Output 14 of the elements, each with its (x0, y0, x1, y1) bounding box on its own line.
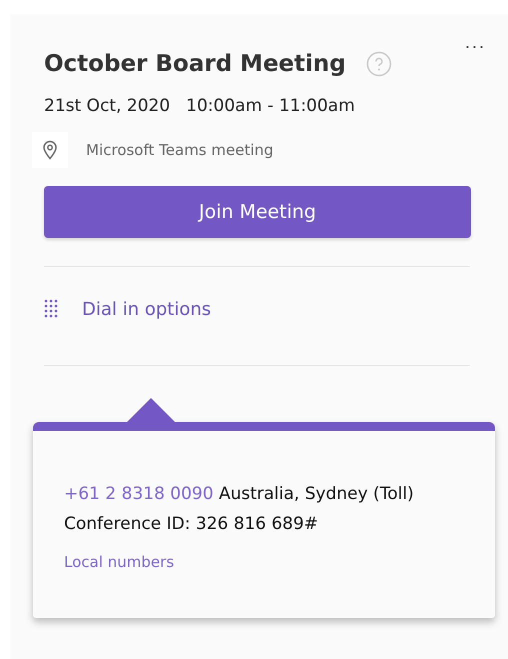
local-numbers-link[interactable]: Local numbers (64, 553, 174, 571)
phone-number-link[interactable]: +61 2 8318 0090 (64, 484, 214, 504)
meeting-time: 10:00am - 11:00am (186, 96, 355, 116)
meeting-location: Microsoft Teams meeting (86, 141, 274, 159)
location-icon (32, 132, 68, 168)
dial-in-options-link[interactable]: Dial in options (82, 298, 212, 320)
join-meeting-button[interactable]: Join Meeting (44, 186, 471, 238)
help-icon[interactable] (366, 51, 392, 77)
phone-number-text: +61 2 8318 0090 Australia, Sydney (Toll) (64, 483, 415, 506)
dialpad-icon (44, 299, 58, 319)
meeting-title: October Board Meeting (44, 51, 346, 77)
meeting-date: 21st Oct, 2020 (44, 96, 170, 116)
more-button[interactable]: ... (464, 32, 486, 53)
conference-id-text: Conference ID: 326 816 689# (64, 513, 320, 536)
